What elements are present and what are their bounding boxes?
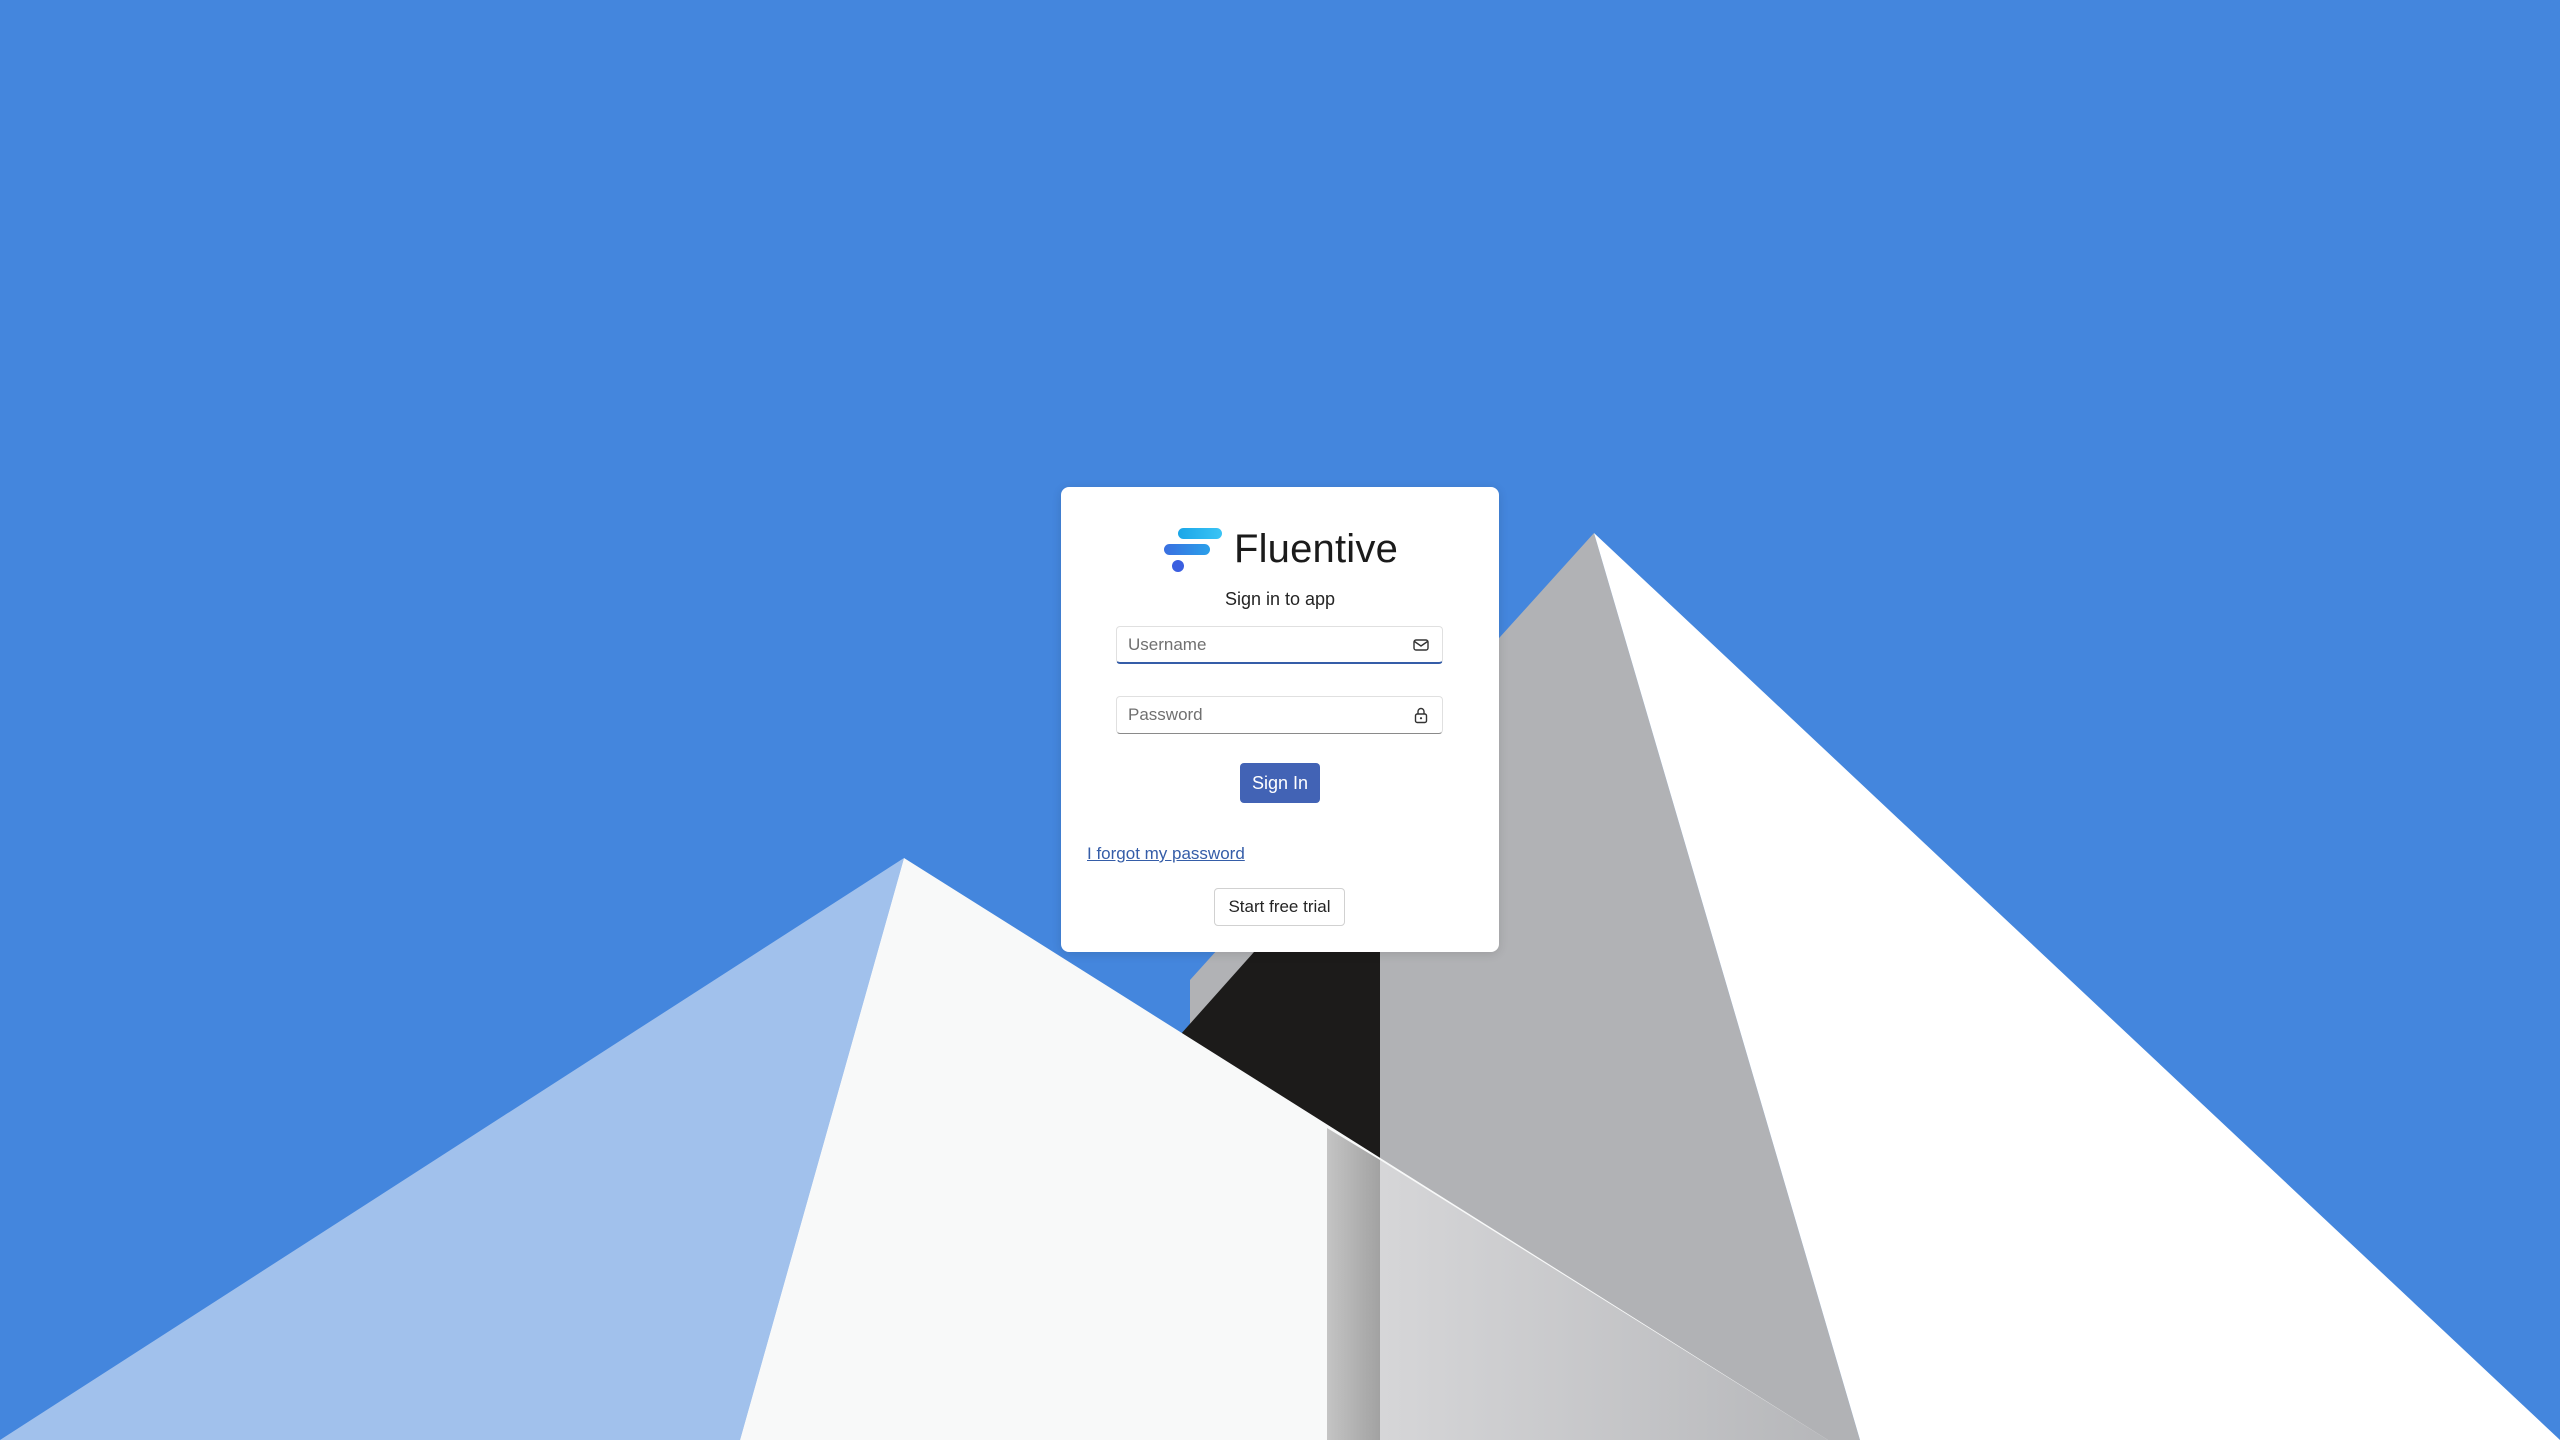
login-card: Fluentive Sign in to app Sign In I forgo… (1061, 487, 1499, 952)
lock-icon (1414, 707, 1428, 724)
username-field[interactable] (1116, 626, 1443, 664)
username-input[interactable] (1117, 627, 1397, 662)
password-field[interactable] (1116, 696, 1443, 734)
brand-name: Fluentive (1233, 526, 1399, 571)
sign-in-button[interactable]: Sign In (1240, 763, 1320, 803)
vertical-sliver (1327, 1128, 1380, 1440)
start-free-trial-button[interactable]: Start free trial (1214, 888, 1345, 926)
login-page: Fluentive Sign in to app Sign In I forgo… (0, 0, 2560, 1440)
password-input[interactable] (1117, 697, 1397, 733)
mail-icon (1413, 639, 1429, 651)
fluentive-logo-icon (1163, 528, 1222, 572)
brand-header: Fluentive (1061, 519, 1499, 579)
sign-in-subtitle: Sign in to app (1224, 589, 1336, 609)
forgot-password-link[interactable]: I forgot my password (1087, 844, 1245, 864)
